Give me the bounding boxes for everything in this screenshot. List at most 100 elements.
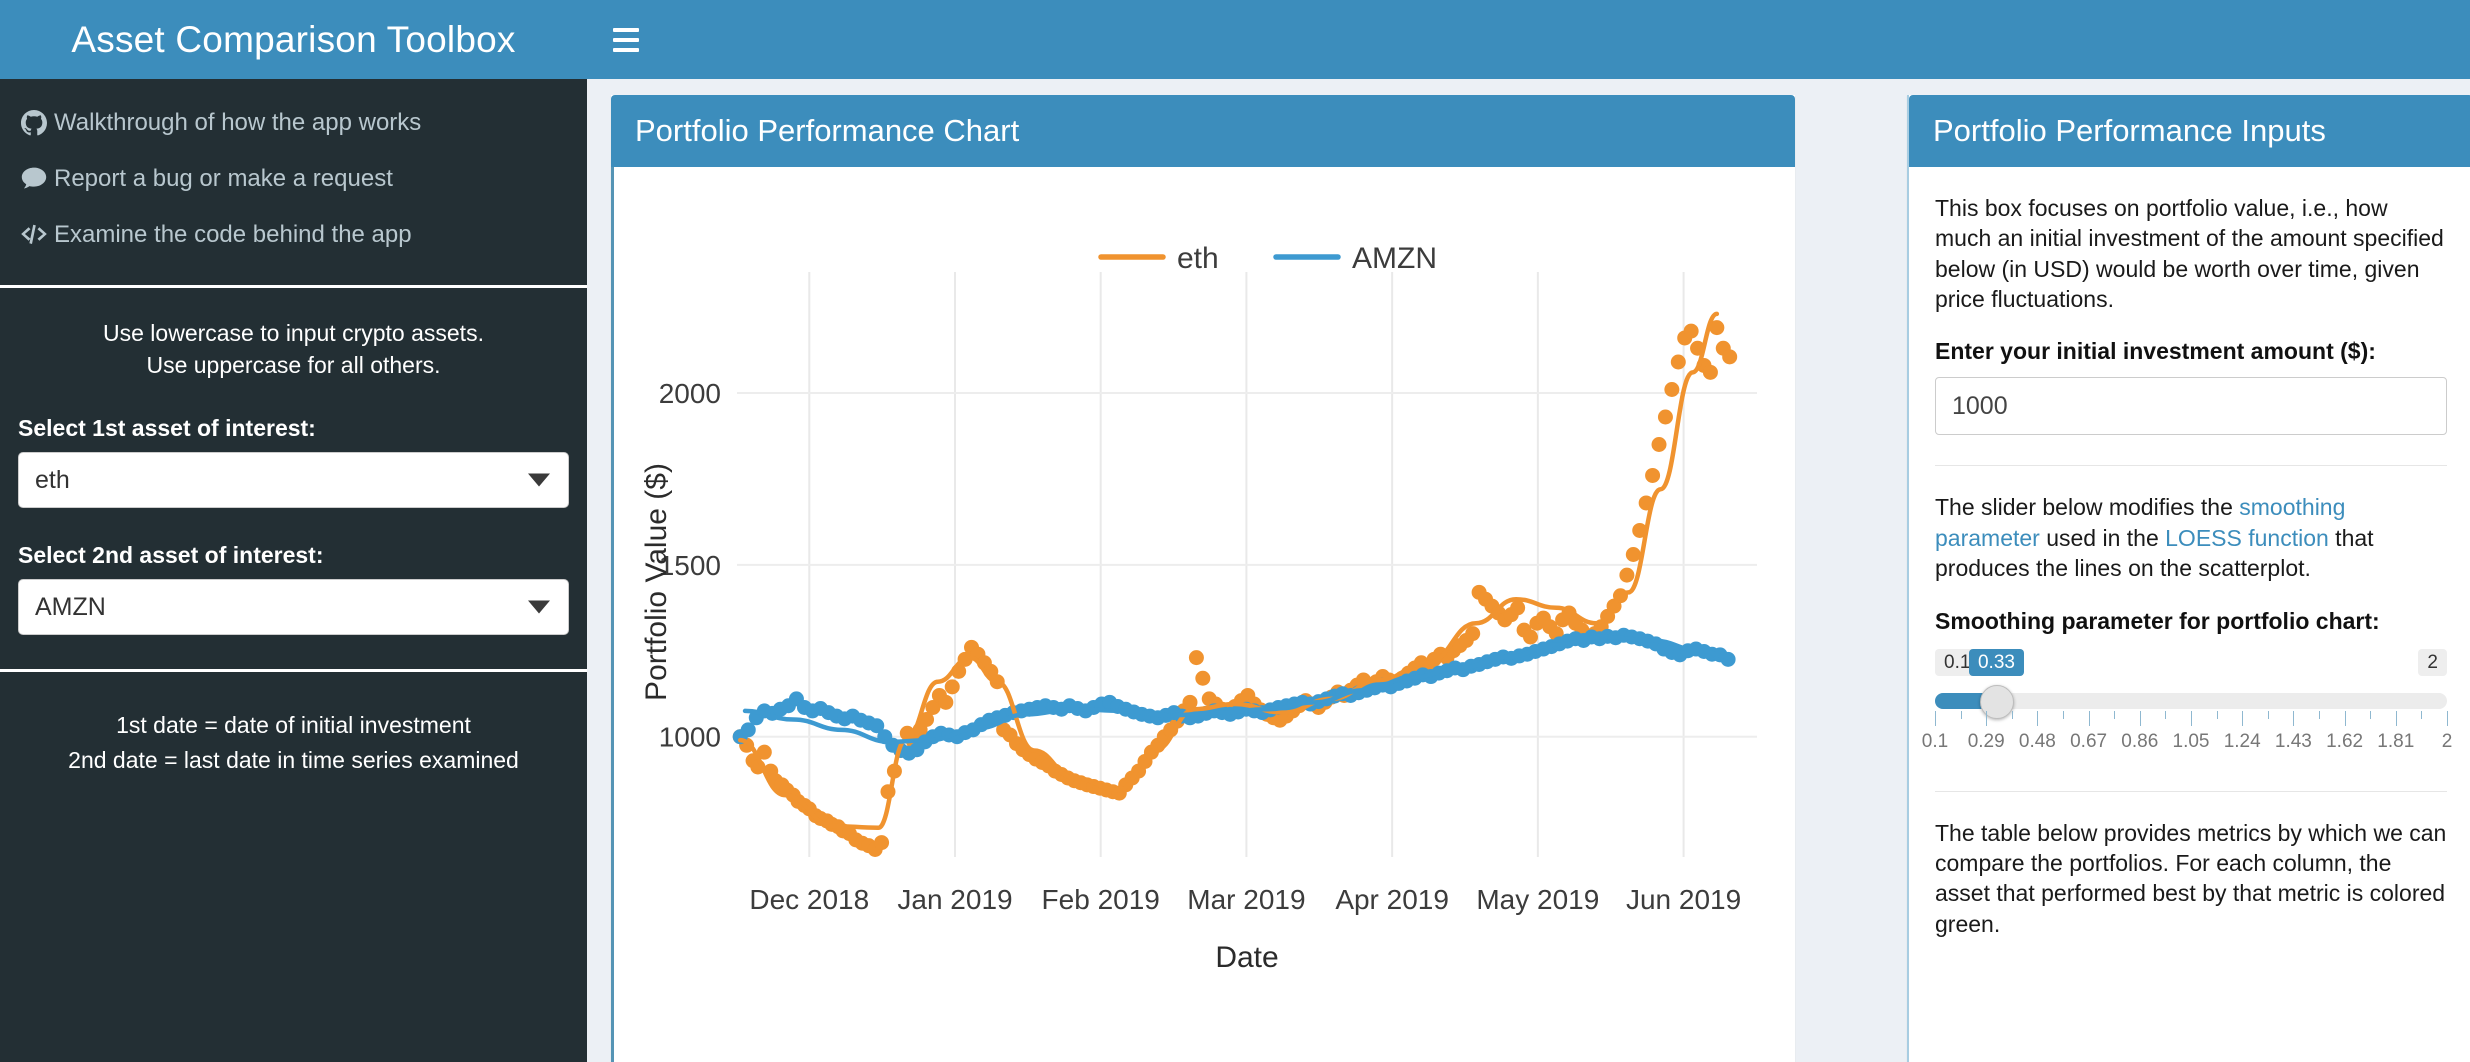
table-description: The table below provides metrics by whic…: [1935, 818, 2447, 939]
slider-tick-label: 1.05: [2173, 731, 2210, 753]
case-note-line2: Use uppercase for all others.: [18, 350, 569, 382]
inputs-panel: Portfolio Performance Inputs This box fo…: [1907, 95, 2470, 1062]
asset2-label: Select 2nd asset of interest:: [18, 542, 569, 569]
chart-yaxis-title: Portfolio Value ($): [640, 463, 673, 701]
slider-tick-label: 0.1: [1922, 731, 1948, 753]
content-area: Portfolio Performance Chart 100015002000…: [587, 79, 2470, 1062]
inputs-divider: [1935, 465, 2447, 466]
chart-point: [1523, 630, 1538, 645]
chevron-down-icon: [528, 601, 550, 614]
sidebar-item-walkthrough[interactable]: Walkthrough of how the app works: [0, 95, 587, 151]
chart-background: [614, 167, 1795, 997]
chart-xtick-label: Apr 2019: [1335, 884, 1449, 915]
asset-selection-block: Use lowercase to input crypto assets. Us…: [0, 288, 587, 669]
sidebar: Walkthrough of how the app works Report …: [0, 79, 587, 1062]
dates-note-block: 1st date = date of initial investment 2n…: [0, 672, 587, 787]
asset2-select[interactable]: AMZN: [18, 579, 569, 635]
chart-point: [1664, 382, 1679, 397]
portfolio-performance-chart[interactable]: 100015002000Dec 2018Jan 2019Feb 2019Mar …: [614, 167, 1795, 997]
chart-point: [1510, 600, 1525, 615]
chart-point: [1189, 650, 1204, 665]
asset2-value: AMZN: [35, 593, 106, 622]
chart-point: [1671, 355, 1686, 370]
slider-tick-label: 0.48: [2019, 731, 2056, 753]
chart-point: [1652, 437, 1667, 452]
slider-description: The slider below modifies the smoothing …: [1935, 492, 2447, 583]
slider-tick-label: 1.24: [2224, 731, 2261, 753]
chart-point: [1645, 468, 1660, 483]
hamburger-icon[interactable]: [595, 0, 657, 79]
chevron-down-icon: [528, 474, 550, 487]
slider-tick-label: 2: [2442, 731, 2453, 753]
investment-amount-label: Enter your initial investment amount ($)…: [1935, 338, 2447, 365]
sidebar-item-label: Report a bug or make a request: [54, 165, 393, 193]
slider-ticks: [1935, 711, 2447, 727]
slider-tick-label: 1.81: [2377, 731, 2414, 753]
chart-point: [874, 835, 889, 850]
dates-note-line2: 2nd date = last date in time series exam…: [14, 743, 573, 778]
slider-max-tag: 2: [2418, 649, 2447, 676]
chart-xtick-label: Dec 2018: [749, 884, 869, 915]
chart-xaxis-title: Date: [1215, 941, 1278, 974]
comment-icon: [14, 166, 54, 192]
sidebar-item-report-bug[interactable]: Report a bug or make a request: [0, 151, 587, 207]
chart-point: [1626, 547, 1641, 562]
code-icon: [14, 223, 54, 247]
slider-tick-label: 1.62: [2326, 731, 2363, 753]
inputs-divider-2: [1935, 791, 2447, 792]
dates-note-line1: 1st date = date of initial investment: [14, 708, 573, 743]
slider-tick-label: 0.86: [2121, 731, 2158, 753]
chart-point: [1721, 652, 1736, 667]
slider-tick-labels: 0.10.290.480.670.861.051.241.431.621.812: [1935, 731, 2447, 757]
asset1-value: eth: [35, 466, 70, 495]
slider-desc-part1: The slider below modifies the: [1935, 494, 2239, 520]
legend-label-AMZN: AMZN: [1352, 242, 1437, 275]
chart-ytick-label: 2000: [659, 378, 721, 409]
chart-point: [1703, 365, 1718, 380]
slider-desc-part2: used in the: [2040, 525, 2165, 551]
sidebar-item-label: Walkthrough of how the app works: [54, 109, 421, 137]
legend-label-eth: eth: [1177, 242, 1219, 275]
inputs-panel-header: Portfolio Performance Inputs: [1909, 95, 2470, 167]
case-note-line1: Use lowercase to input crypto assets.: [18, 318, 569, 350]
slider-tick-label: 1.43: [2275, 731, 2312, 753]
github-icon: [14, 110, 54, 136]
chart-xtick-label: Jan 2019: [897, 884, 1012, 915]
sidebar-item-label: Examine the code behind the app: [54, 221, 412, 249]
chart-xtick-label: Mar 2019: [1187, 884, 1305, 915]
app-root: Asset Comparison Toolbox Walkthrough of …: [0, 0, 2470, 1062]
chart-point: [1195, 671, 1210, 686]
brand-bar: Asset Comparison Toolbox: [0, 0, 587, 79]
chart-point: [1684, 324, 1699, 339]
chart-xtick-label: May 2019: [1476, 884, 1599, 915]
slider-tags: 0.1 0.33 2: [1935, 649, 2447, 681]
chart-panel-title: Portfolio Performance Chart: [635, 113, 1019, 149]
asset1-select[interactable]: eth: [18, 452, 569, 508]
investment-amount-input[interactable]: [1935, 377, 2447, 435]
chart-point: [945, 679, 960, 694]
sidebar-item-examine-code[interactable]: Examine the code behind the app: [0, 207, 587, 263]
chart-ytick-label: 1000: [659, 722, 721, 753]
smoothing-slider-label: Smoothing parameter for portfolio chart:: [1935, 608, 2447, 635]
slider-current-value-tag: 0.33: [1969, 649, 2024, 676]
smoothing-slider[interactable]: 0.1 0.33 2 0.10.290.480.670.861.051.241.…: [1935, 649, 2447, 761]
chart-panel: Portfolio Performance Chart 100015002000…: [611, 95, 1795, 1062]
loess-function-link[interactable]: LOESS function: [2165, 525, 2329, 551]
sidebar-nav: Walkthrough of how the app works Report …: [0, 79, 587, 285]
chart-xtick-label: Jun 2019: [1626, 884, 1741, 915]
inputs-panel-body: This box focuses on portfolio value, i.e…: [1909, 167, 2470, 939]
chart-point: [938, 695, 953, 710]
slider-tick-label: 0.29: [1968, 731, 2005, 753]
chart-point: [1465, 626, 1480, 641]
chart-panel-body: 100015002000Dec 2018Jan 2019Feb 2019Mar …: [611, 167, 1795, 1062]
chart-point: [1722, 349, 1737, 364]
inputs-intro-text: This box focuses on portfolio value, i.e…: [1935, 193, 2447, 314]
chart-point: [1619, 568, 1634, 583]
brand-title: Asset Comparison Toolbox: [71, 19, 515, 61]
asset1-label: Select 1st asset of interest:: [18, 415, 569, 442]
top-bar: [587, 0, 2470, 79]
chart-xtick-label: Feb 2019: [1042, 884, 1160, 915]
slider-tick-label: 0.67: [2070, 731, 2107, 753]
chart-point: [1658, 410, 1673, 425]
chart-panel-header: Portfolio Performance Chart: [611, 95, 1795, 167]
